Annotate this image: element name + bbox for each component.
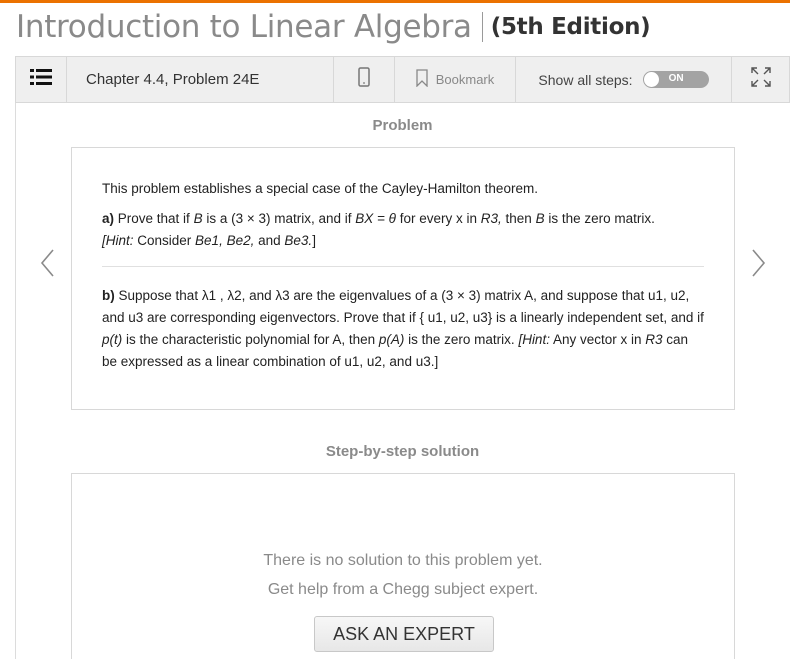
math-var: BX = θ	[355, 211, 396, 226]
part-a-text: then	[501, 211, 536, 226]
bookmark-button[interactable]: Bookmark	[395, 57, 516, 102]
bookmark-icon	[416, 69, 428, 90]
math-var: B	[193, 211, 203, 226]
math-var: p(t)	[102, 332, 123, 347]
part-b-text: is the zero matrix.	[404, 332, 519, 347]
solution-heading: Step-by-step solution	[325, 443, 480, 460]
toggle-knob	[643, 72, 659, 87]
math-var: R3	[645, 332, 663, 347]
expert-help-text: Get help from a Chegg subject expert.	[267, 581, 539, 598]
part-a-text: is the zero matrix.	[544, 211, 655, 226]
part-a: a) Prove that if B is a (3 × 3) matrix, …	[102, 208, 704, 252]
prev-problem-button[interactable]	[38, 248, 58, 278]
math-var: p(A)	[378, 332, 405, 347]
show-steps-toggle[interactable]: ON	[642, 71, 709, 88]
hint-label: [Hint:	[518, 332, 550, 347]
part-b: b) Suppose that λ1 , λ2, and λ3 are the …	[102, 285, 704, 373]
toggle-label: ON	[668, 73, 684, 84]
expand-button[interactable]	[732, 57, 789, 102]
problem-heading: Problem	[372, 117, 433, 134]
show-steps-control: Show all steps: ON	[516, 57, 732, 102]
mobile-view-button[interactable]	[334, 57, 395, 102]
chapter-list-button[interactable]	[16, 57, 67, 102]
bookmark-label: Bookmark	[435, 72, 495, 87]
problem-intro: This problem establishes a special case …	[102, 181, 538, 196]
part-a-text: is a (3 × 3) matrix, and if	[202, 211, 356, 226]
math-var: B	[535, 211, 545, 226]
ask-an-expert-button[interactable]: ASK AN EXPERT	[314, 616, 494, 652]
chevron-right-icon	[748, 249, 768, 282]
book-title: Introduction to Linear Algebra	[16, 9, 472, 45]
book-edition: (5th Edition)	[490, 14, 651, 40]
part-b-text: Suppose that λ1 , λ2, and λ3 are the eig…	[102, 288, 704, 325]
math-var: Be1,	[195, 233, 223, 248]
part-b-text: is the characteristic polynomial for A, …	[122, 332, 379, 347]
hint-label: [Hint:	[102, 233, 134, 248]
no-solution-text: There is no solution to this problem yet…	[263, 552, 543, 569]
next-problem-button[interactable]	[748, 248, 768, 278]
expand-icon	[750, 66, 772, 93]
title-divider	[481, 12, 483, 42]
part-b-text: Any vector x in	[549, 332, 646, 347]
hint-text: Consider	[133, 233, 196, 248]
math-var: Be3.	[284, 233, 313, 248]
list-icon	[30, 68, 52, 91]
part-divider	[102, 266, 704, 267]
part-b-label: b)	[102, 288, 115, 303]
hint-text: and	[254, 233, 285, 248]
math-var: Be2,	[226, 233, 255, 248]
hint-text: ]	[312, 233, 316, 248]
chevron-left-icon	[38, 249, 58, 282]
accent-bar	[0, 0, 790, 3]
part-a-text: for every x in	[395, 211, 481, 226]
mobile-icon	[358, 67, 370, 92]
part-a-label: a)	[102, 211, 115, 226]
part-a-text: Prove that if	[114, 211, 194, 226]
problem-statement: This problem establishes a special case …	[71, 147, 735, 410]
toolbar: Chapter 4.4, Problem 24E Bookmark Show a…	[15, 56, 790, 103]
math-var: R3,	[480, 211, 502, 226]
book-header: Introduction to Linear Algebra (5th Edit…	[16, 6, 651, 48]
show-steps-label: Show all steps:	[538, 71, 633, 88]
chapter-problem-label: Chapter 4.4, Problem 24E	[67, 57, 334, 102]
solution-panel: There is no solution to this problem yet…	[71, 473, 735, 659]
